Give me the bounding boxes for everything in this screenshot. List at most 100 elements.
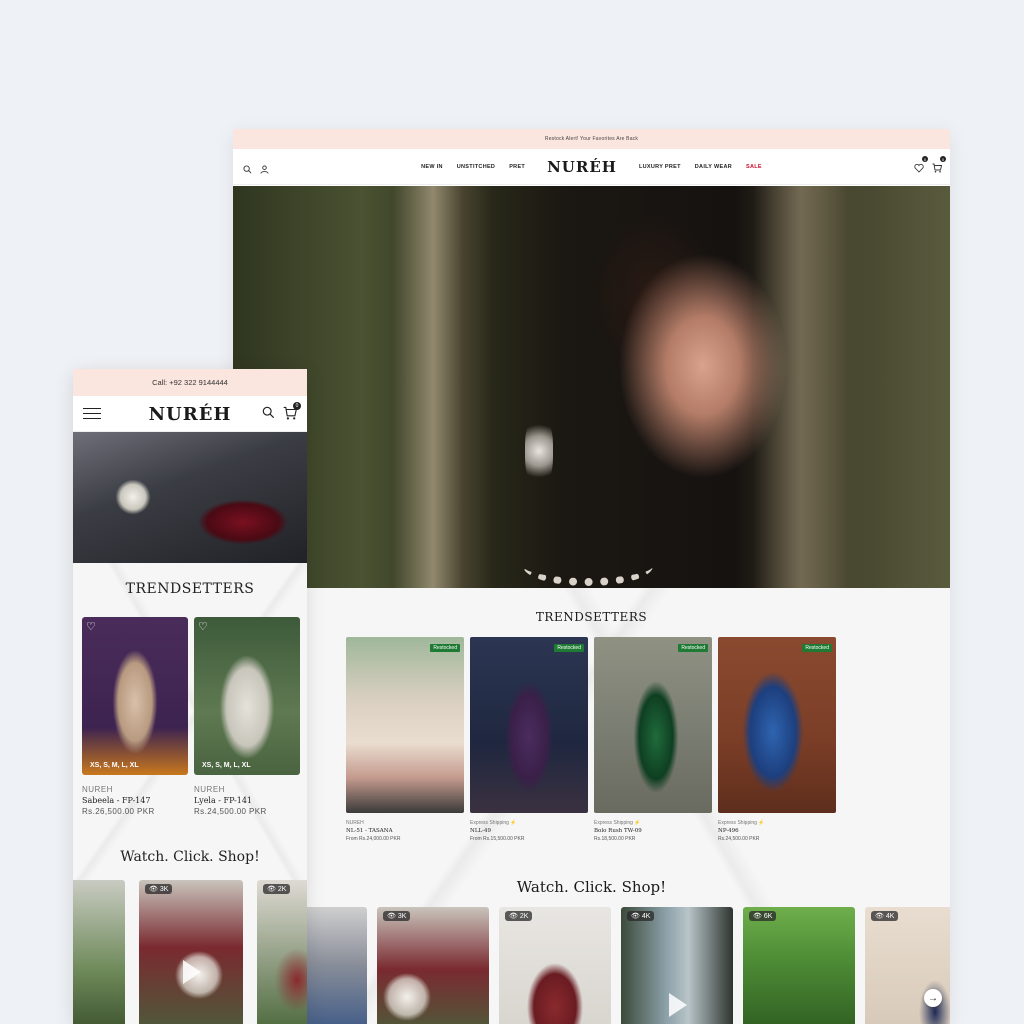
menu-item-luxury-pret[interactable]: LUXURY PRET	[639, 164, 681, 170]
product-price: From Rs.15,500.00 PKR	[470, 836, 525, 842]
hero-banner[interactable]	[233, 186, 950, 588]
mobile-announcement-bar: Call: +92 322 9144444	[73, 369, 307, 396]
menu-item-daily-wear[interactable]: DAILY WEAR	[695, 164, 732, 170]
video-card[interactable]: 👁 2K	[499, 907, 611, 1024]
product-card[interactable]: ♡ XS, S, M, L, XL NUREH Lyela - FP-141 R…	[194, 617, 300, 816]
announcement-text: Restock Alert! Your Favorites Are Back	[544, 136, 639, 142]
menu-item-new-in[interactable]: NEW IN	[421, 164, 443, 170]
video-card[interactable]: 👁 6K	[743, 907, 855, 1024]
video-carousel: 👁 3K 👁 2K 👁 4K 👁 6K 👁 4K	[255, 907, 950, 1024]
menu-item-unstitched[interactable]: UNSTITCHED	[457, 164, 495, 170]
view-count: 3K	[159, 886, 169, 893]
watch-click-shop-heading: Watch. Click. Shop!	[120, 849, 260, 865]
view-count: 6K	[763, 913, 773, 920]
play-icon[interactable]	[183, 960, 201, 984]
watch-click-shop-heading: Watch. Click. Shop!	[516, 878, 667, 896]
product-image[interactable]: ♡ XS, S, M, L, XL	[82, 617, 188, 775]
trendsetters-heading: TRENDSETTERS	[535, 610, 648, 624]
menu-item-pret[interactable]: PRET	[509, 164, 525, 170]
hero-necklace	[523, 546, 653, 586]
view-count-badge: 👁 2K	[505, 911, 533, 921]
video-card[interactable]: 👁 2K	[257, 880, 307, 1024]
header-left-icons	[243, 161, 269, 179]
view-count: 4K	[641, 913, 651, 920]
eye-icon: 👁	[387, 913, 396, 920]
video-card[interactable]: 👁 4K	[865, 907, 950, 1024]
account-icon[interactable]	[260, 161, 269, 179]
view-count-badge: 👁 3K	[145, 884, 173, 894]
view-count-badge: 👁 2K	[263, 884, 291, 894]
product-name[interactable]: Lyela - FP-141	[194, 796, 300, 805]
desktop-content-section: TRENDSETTERS Restocked NUREH NL-51 - TAS…	[233, 588, 950, 1024]
product-name[interactable]: NLL-49	[470, 828, 588, 834]
product-name[interactable]: Sabeela - FP-147	[82, 796, 188, 805]
hero-curtain-left	[393, 186, 493, 588]
view-count-badge: 👁 4K	[871, 911, 899, 921]
product-brand: NUREH	[346, 820, 364, 826]
mobile-announcement-text[interactable]: Call: +92 322 9144444	[152, 378, 228, 387]
product-card[interactable]: Restocked Express Shipping ⚡ NP-496 Rs.2…	[718, 637, 836, 842]
menu-item-sale[interactable]: SALE	[746, 164, 762, 170]
product-card[interactable]: ♡ XS, S, M, L, XL NUREH Sabeela - FP-147…	[82, 617, 188, 816]
brand-logo[interactable]: NURÉH	[547, 158, 617, 176]
product-image[interactable]: Restocked	[718, 637, 836, 813]
main-menu: NEW IN UNSTITCHED PRET NURÉH LUXURY PRET…	[233, 149, 950, 185]
view-count-badge: 👁 6K	[749, 911, 777, 921]
wishlist-heart-icon[interactable]: ♡	[86, 620, 96, 633]
eye-icon: 👁	[875, 913, 884, 920]
product-card[interactable]: Restocked Express Shipping ⚡ Bolo Rush T…	[594, 637, 712, 842]
product-price: Rs.24,500.00 PKR	[194, 807, 267, 816]
trendsetters-heading: TRENDSETTERS	[125, 581, 255, 597]
cart-icon[interactable]: 0	[932, 156, 946, 178]
product-grid: Restocked NUREH NL-51 - TASANA From Rs.2…	[346, 637, 836, 842]
video-card[interactable]	[73, 880, 125, 1024]
desktop-screenshot: Restock Alert! Your Favorites Are Back N…	[233, 129, 950, 1024]
hero-curtain-right	[753, 186, 873, 588]
product-image[interactable]: ♡ XS, S, M, L, XL	[194, 617, 300, 775]
product-card[interactable]: Restocked Express Shipping ⚡ NLL-49 From…	[470, 637, 588, 842]
video-card[interactable]: 👁 4K	[621, 907, 733, 1024]
restocked-badge: Restocked	[678, 644, 708, 652]
size-options: XS, S, M, L, XL	[202, 762, 251, 769]
hero-earring	[525, 416, 553, 486]
product-name[interactable]: Bolo Rush TW-09	[594, 828, 712, 834]
search-icon[interactable]	[262, 406, 275, 425]
wishlist-heart-icon[interactable]: ♡	[198, 620, 208, 633]
carousel-next-button[interactable]: →	[924, 989, 942, 1007]
product-image[interactable]: Restocked	[346, 637, 464, 813]
product-price: Rs.18,500.00 PKR	[594, 836, 636, 842]
eye-icon: 👁	[509, 913, 518, 920]
search-icon[interactable]	[243, 161, 252, 179]
wishlist-icon[interactable]: 0	[914, 156, 928, 178]
eye-icon: 👁	[149, 886, 158, 893]
video-card[interactable]: 👁 3K	[377, 907, 489, 1024]
mobile-content-section: TRENDSETTERS ♡ XS, S, M, L, XL NUREH Sab…	[73, 563, 307, 1024]
mobile-screenshot: Call: +92 322 9144444 NURÉH 0 TRENDSETTE…	[73, 369, 307, 1024]
product-shipping: Express Shipping ⚡	[594, 820, 641, 826]
product-price: From Rs.24,000.00 PKR	[346, 836, 401, 842]
view-count-badge: 👁 3K	[383, 911, 411, 921]
product-name[interactable]: NP-496	[718, 828, 836, 834]
restocked-badge: Restocked	[430, 644, 460, 652]
view-count: 2K	[519, 913, 529, 920]
product-image[interactable]: Restocked	[470, 637, 588, 813]
product-name[interactable]: NL-51 - TASANA	[346, 828, 464, 834]
video-card[interactable]: 👁 3K	[139, 880, 243, 1024]
mobile-video-carousel: 👁 3K 👁 2K	[73, 880, 307, 1024]
product-card[interactable]: Restocked NUREH NL-51 - TASANA From Rs.2…	[346, 637, 464, 842]
cart-count-badge: 0	[293, 402, 301, 410]
product-price: Rs.24,500.00 PKR	[718, 836, 760, 842]
product-brand: NUREH	[82, 785, 113, 794]
restocked-badge: Restocked	[802, 644, 832, 652]
product-price: Rs.26,500.00 PKR	[82, 807, 155, 816]
cart-icon[interactable]: 0	[283, 402, 301, 425]
product-brand: NUREH	[194, 785, 225, 794]
play-icon[interactable]	[669, 993, 687, 1017]
eye-icon: 👁	[631, 913, 640, 920]
view-count: 2K	[277, 886, 287, 893]
view-count-badge: 👁 4K	[627, 911, 655, 921]
size-options: XS, S, M, L, XL	[90, 762, 139, 769]
mobile-product-grid: ♡ XS, S, M, L, XL NUREH Sabeela - FP-147…	[82, 617, 300, 816]
mobile-hero-banner[interactable]	[73, 432, 307, 563]
product-image[interactable]: Restocked	[594, 637, 712, 813]
